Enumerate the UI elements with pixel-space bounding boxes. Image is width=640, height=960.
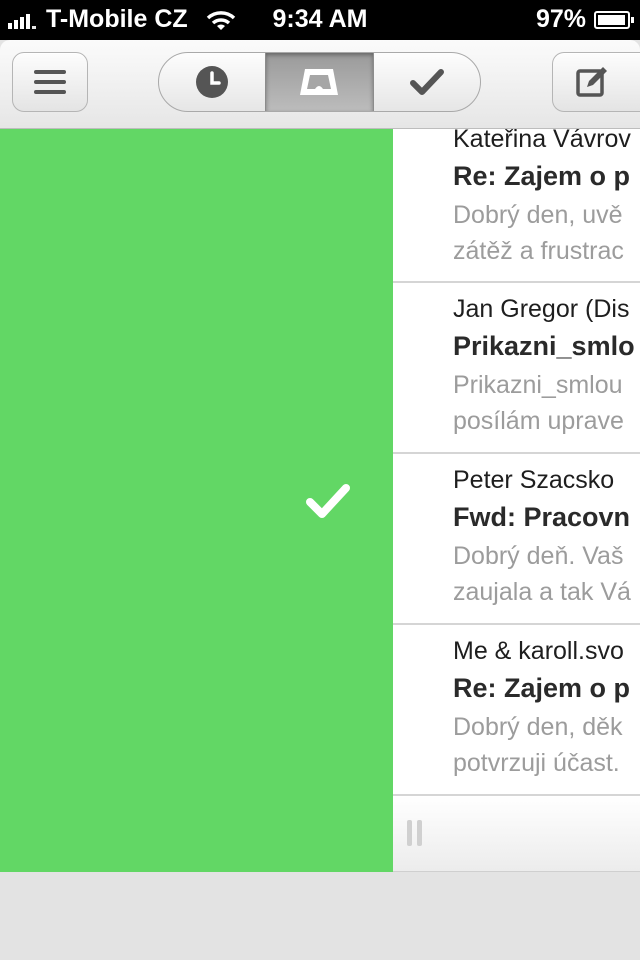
tab-later[interactable]	[159, 53, 265, 111]
email-preview-line: Dobrý den, uvě	[453, 201, 623, 229]
swipe-archive-panel	[0, 129, 393, 872]
email-preview-line: Prikazni_smlou	[453, 371, 623, 399]
battery-icon	[594, 10, 634, 29]
email-list: Kateřina Vávrov Re: Zajem o p Dobrý den,…	[393, 129, 640, 872]
status-right: 97%	[535, 5, 634, 34]
email-sender: Me & karoll.svo	[453, 637, 624, 665]
email-sender: Peter Szacsko	[453, 466, 615, 494]
status-bar: T-Mobile CZ 9:34 AM 97%	[0, 0, 640, 40]
email-preview: Prikazni_smlou posílám uprave	[453, 367, 624, 439]
checkmark-icon	[306, 484, 350, 518]
battery-percent: 97%	[535, 5, 586, 33]
checkmark-icon	[409, 69, 444, 95]
drag-handle-icon	[407, 820, 427, 846]
compose-button[interactable]	[552, 52, 640, 112]
email-row[interactable]: Kateřina Vávrov Re: Zajem o p Dobrý den,…	[393, 129, 640, 283]
email-subject: Fwd: Pracovn	[453, 502, 631, 532]
email-sender: Kateřina Vávrov	[453, 129, 631, 153]
email-row[interactable]: Me & karoll.svo Re: Zajem o p Dobrý den,…	[393, 625, 640, 796]
email-subject: Prikazni_smlo	[453, 331, 635, 361]
email-preview-line: potvrzuji účast.	[453, 749, 620, 777]
email-preview-line: posílám uprave	[453, 407, 624, 435]
tab-inbox[interactable]	[265, 53, 374, 111]
inbox-tray-icon	[300, 69, 339, 95]
nav-bar	[0, 40, 640, 129]
compose-icon	[576, 67, 607, 97]
email-preview: Dobrý den, uvě zátěž a frustrac	[453, 197, 624, 269]
menu-button[interactable]	[12, 52, 88, 112]
email-preview-line: Dobrý den, děk	[453, 713, 623, 741]
email-preview-line: zátěž a frustrac	[453, 237, 624, 265]
email-preview: Dobrý den, děk potvrzuji účast.	[453, 709, 623, 781]
email-preview-line: Dobrý deň. Vaš	[453, 542, 624, 570]
email-row[interactable]: Jan Gregor (Dis Prikazni_smlo Prikazni_s…	[393, 283, 640, 454]
hamburger-menu-icon	[34, 70, 66, 94]
bottom-area	[0, 872, 640, 960]
email-subject: Re: Zajem o p	[453, 161, 631, 191]
email-sender: Jan Gregor (Dis	[453, 295, 630, 323]
mailbox-segmented-control	[158, 52, 481, 112]
clock-icon	[196, 66, 229, 98]
email-row[interactable]: Peter Szacsko Fwd: Pracovn Dobrý deň. Va…	[393, 454, 640, 625]
list-footer-handle[interactable]	[393, 796, 640, 872]
email-subject: Re: Zajem o p	[453, 673, 631, 703]
tab-archive[interactable]	[374, 53, 480, 111]
email-preview-line: zaujala a tak Vá	[453, 578, 631, 606]
email-preview: Dobrý deň. Vaš zaujala a tak Vá	[453, 538, 631, 610]
